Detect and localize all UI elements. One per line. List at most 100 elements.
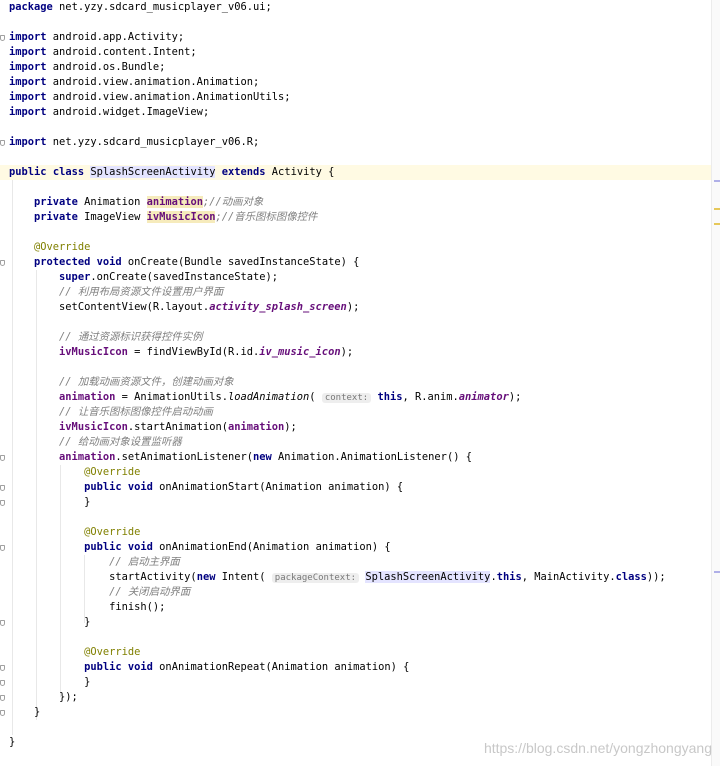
keyword: public [84,541,122,553]
statement: ); [508,391,522,403]
field-name: animation [59,451,116,463]
statement: Intent( [215,571,272,583]
scrollbar-marker[interactable] [714,571,720,573]
comment: // 利用布局资源文件设置用户界面 [59,286,224,298]
statement: .startAnimation( [127,421,228,433]
statement: setContentView(R.layout. [59,301,210,313]
import-path: android.view.animation.AnimationUtils; [46,91,291,103]
method-signature: onAnimationEnd(Animation animation) { [152,541,391,553]
keyword: import [9,76,47,88]
code-line: public void onAnimationStart(Animation a… [0,480,712,495]
scrollbar-marker[interactable] [714,208,720,210]
code-line: startActivity(new Intent( packageContext… [0,570,712,585]
statement: ); [284,421,297,433]
keyword: import [9,61,47,73]
keyword: public [84,661,122,673]
brace: } [9,736,16,748]
code-line: import android.view.animation.AnimationU… [0,90,712,105]
import-path: android.app.Activity; [46,31,185,43]
brace: }); [59,691,78,703]
code-line: // 启动主界面 [0,555,712,570]
comment: ;//音乐图标图像控件 [215,211,318,223]
code-line: } [0,615,712,630]
keyword: import [9,46,47,58]
comment: // 给动画对象设置监听器 [59,436,182,448]
code-line: finish(); [0,600,712,615]
keyword: import [9,136,47,148]
code-line: package net.yzy.sdcard_musicplayer_v06.u… [0,0,712,15]
keyword: void [127,661,153,673]
code-line: }); [0,690,712,705]
keyword: void [127,481,153,493]
method-signature: onCreate(Bundle savedInstanceState) { [121,256,360,268]
code-line: } [0,705,712,720]
code-line: } [0,495,712,510]
static-method: loadAnimation [227,391,310,403]
statement: , MainActivity. [521,571,616,583]
statement: , R.anim. [402,391,459,403]
editor-scrollbar[interactable] [711,0,720,766]
field-name: animation [59,391,116,403]
watermark: https://blog.csdn.net/yongzhongyang [483,740,712,756]
statement: = AnimationUtils. [115,391,228,403]
code-line: super.onCreate(savedInstanceState); [0,270,712,285]
brace: } [84,676,91,688]
keyword: import [9,106,47,118]
field-name[interactable]: ivMusicIcon [146,211,216,223]
code-line: import android.content.Intent; [0,45,712,60]
code-line: public void onAnimationEnd(Animation ani… [0,540,712,555]
code-line: @Override [0,525,712,540]
code-line: @Override [0,645,712,660]
scrollbar-marker[interactable] [714,223,720,225]
code-line: } [0,675,712,690]
code-line: protected void onCreate(Bundle savedInst… [0,255,712,270]
parameter-hint: packageContext: [271,573,360,583]
keyword: import [9,91,47,103]
statement: )); [646,571,666,583]
keyword: private [34,196,78,208]
code-line: private Animation animation;//动画对象 [0,195,712,210]
comment: // 启动主界面 [109,556,180,568]
keyword: void [96,256,122,268]
code-line: @Override [0,465,712,480]
code-line: // 通过资源标识获得控件实例 [0,330,712,345]
scrollbar-marker[interactable] [714,180,720,182]
superclass: Activity { [265,166,335,178]
code-line: // 关闭启动界面 [0,585,712,600]
keyword: this [496,571,522,583]
code-editor[interactable]: package net.yzy.sdcard_musicplayer_v06.u… [0,0,712,766]
keyword: new [253,451,272,463]
package-name: net.yzy.sdcard_musicplayer_v06.ui; [52,1,272,13]
code-line: ivMusicIcon.startAnimation(animation); [0,420,712,435]
class-name[interactable]: SplashScreenActivity [90,166,216,178]
code-line: public void onAnimationRepeat(Animation … [0,660,712,675]
comment: // 加载动画资源文件，创建动画对象 [59,376,234,388]
annotation: @Override [84,466,141,478]
code-line: // 让音乐图标图像控件启动动画 [0,405,712,420]
code-line: animation.setAnimationListener(new Anima… [0,450,712,465]
code-line: // 给动画对象设置监听器 [0,435,712,450]
keyword: import [9,31,47,43]
field-type: Animation [77,196,147,208]
resource-id: activity_splash_screen [209,301,347,313]
code-line: ivMusicIcon = findViewById(R.id.iv_music… [0,345,712,360]
code-line: import android.view.animation.Animation; [0,75,712,90]
annotation: @Override [34,241,91,253]
statement: ); [340,346,354,358]
keyword: class [615,571,647,583]
resource-id: animator [458,391,509,403]
field-name[interactable]: animation [146,196,203,208]
statement: Animation.AnimationListener() { [271,451,472,463]
annotation: @Override [84,646,141,658]
code-line: import android.os.Bundle; [0,60,712,75]
keyword: void [127,541,153,553]
comment: // 关闭启动界面 [109,586,191,598]
code-line: animation = AnimationUtils.loadAnimation… [0,390,712,405]
comment: ;//动画对象 [202,196,264,208]
code-line-current: public class SplashScreenActivity extend… [0,165,712,180]
code-line: private ImageView ivMusicIcon;//音乐图标图像控件 [0,210,712,225]
import-path: android.os.Bundle; [46,61,166,73]
field-name: animation [227,421,285,433]
keyword: public [9,166,47,178]
keyword: this [377,391,403,403]
